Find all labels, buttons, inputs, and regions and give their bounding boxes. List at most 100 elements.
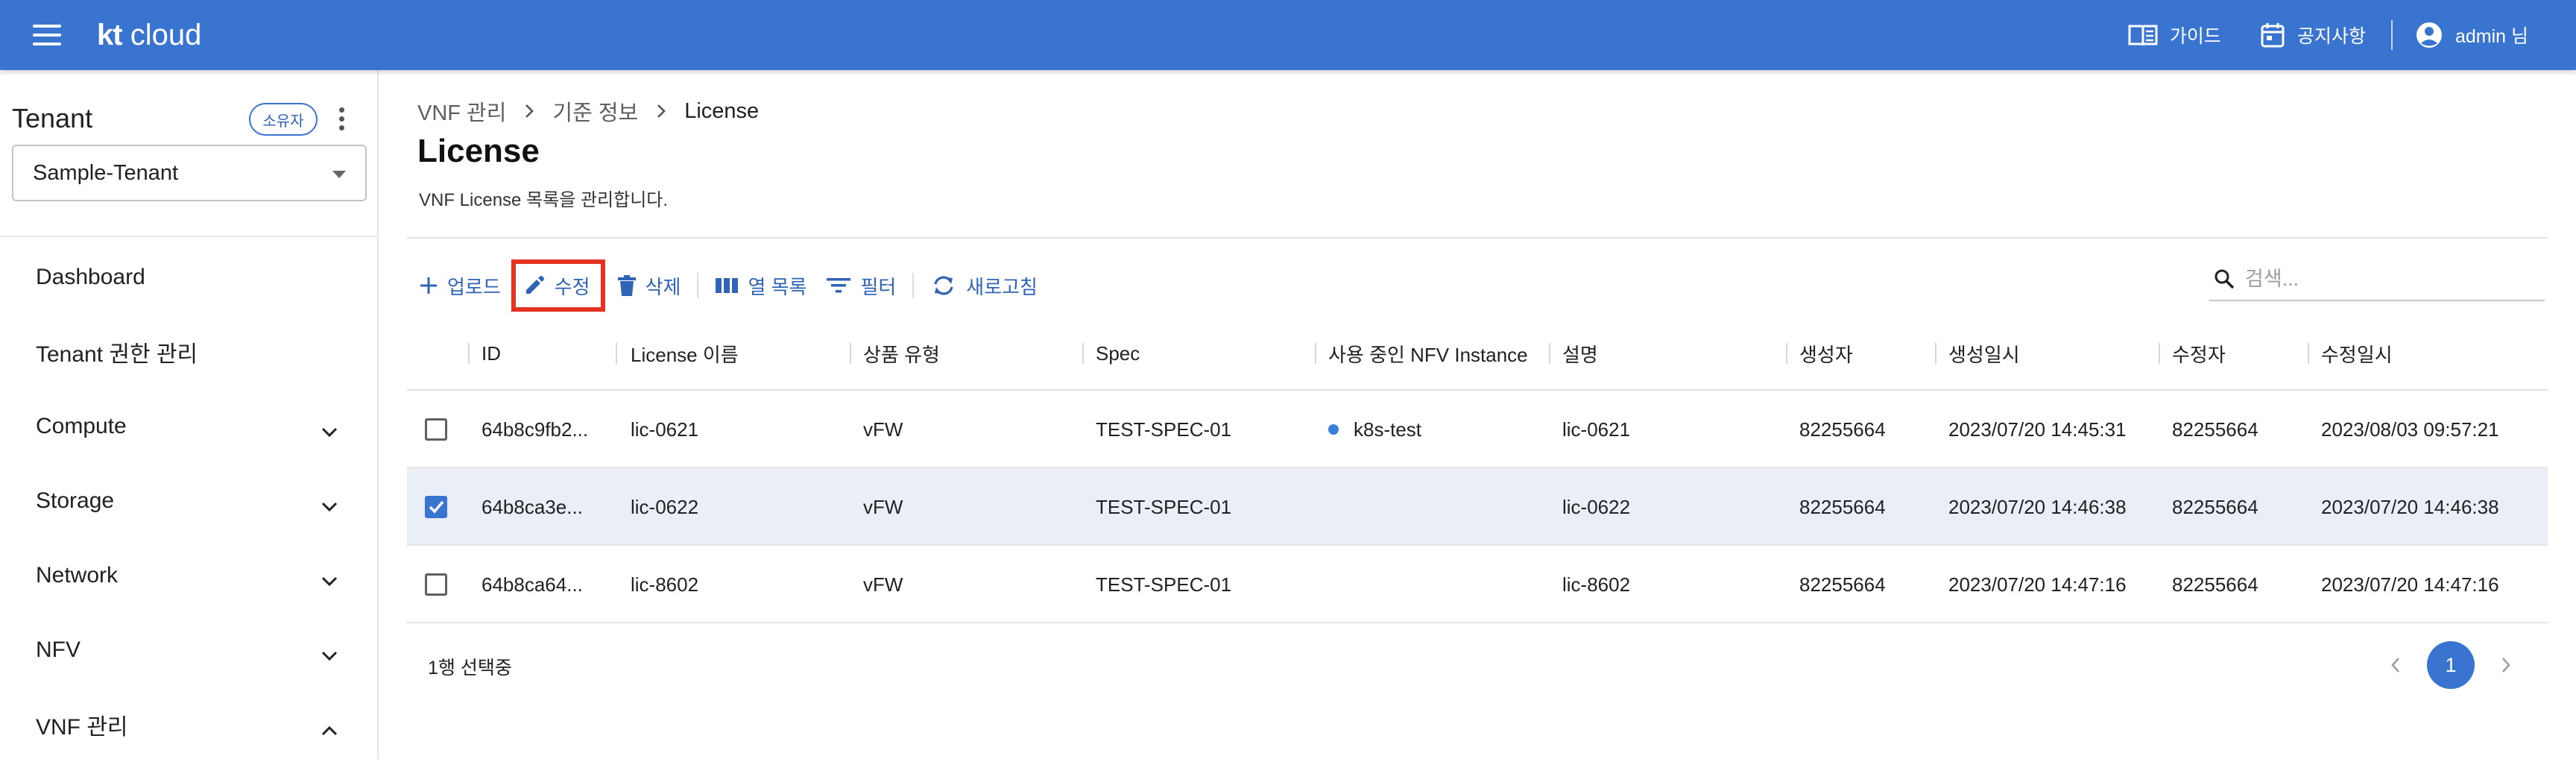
column-header-label: 상품 유형 (863, 343, 940, 366)
breadcrumb: VNF 관리 기준 정보 License (417, 95, 759, 127)
column-header-license-name[interactable]: License 이름 (616, 316, 739, 391)
column-separator[interactable] (1786, 343, 1787, 364)
breadcrumb-vnf[interactable]: VNF 관리 (417, 95, 506, 127)
column-separator[interactable] (616, 343, 617, 364)
prev-page-button[interactable] (2373, 643, 2418, 687)
chevron-down-icon (321, 494, 338, 519)
cell-license-name: lic-0622 (631, 495, 699, 518)
cell-product-type: vFW (863, 495, 903, 518)
cell-modified-at: 2023/07/20 14:46:38 (2321, 495, 2499, 518)
column-header-label: 생성자 (1799, 343, 1853, 366)
column-header-id[interactable]: ID (468, 316, 501, 391)
refresh-button[interactable]: 새로고침 (930, 259, 1038, 312)
table-row[interactable]: 64b8ca3e... lic-0622 vFW TEST-SPEC-01 lic-06… (407, 468, 2548, 546)
edit-button[interactable]: 수정 (511, 259, 605, 312)
column-header-spec[interactable]: Spec (1082, 316, 1140, 391)
sidebar-item-compute[interactable]: Compute (0, 389, 377, 464)
column-header-description[interactable]: 설명 (1549, 316, 1598, 391)
delete-button[interactable]: 삭제 (617, 259, 681, 312)
chevron-down-icon (321, 643, 338, 668)
cell-creator: 82255664 (1799, 495, 1886, 518)
column-header-modified-at[interactable]: 수정일시 (2308, 316, 2393, 391)
account-circle-icon (2416, 22, 2442, 48)
column-separator[interactable] (1549, 343, 1550, 364)
sidebar-item-dashboard[interactable]: Dashboard (0, 240, 377, 315)
columns-label: 열 목록 (748, 275, 807, 298)
breadcrumb-license: License (684, 98, 760, 123)
column-header-modifier[interactable]: 수정자 (2159, 316, 2226, 391)
search-input[interactable] (2245, 267, 2528, 291)
row-checkbox[interactable] (425, 573, 447, 596)
nfv-instance-name[interactable]: k8s-test (1354, 418, 1421, 441)
filter-label: 필터 (860, 275, 897, 298)
column-header-nfv-instance[interactable]: 사용 중인 NFV Instance (1315, 316, 1528, 391)
page-button-current[interactable]: 1 (2427, 641, 2475, 689)
chevron-right-icon (656, 103, 666, 119)
guide-label: 가이드 (2169, 26, 2221, 47)
owner-badge: 소유자 (249, 103, 318, 136)
cell-spec: TEST-SPEC-01 (1096, 495, 1232, 518)
edit-label: 수정 (554, 275, 590, 298)
table-row[interactable]: 64b8ca64... lic-8602 vFW TEST-SPEC-01 lic-86… (407, 546, 2548, 623)
column-separator[interactable] (1082, 343, 1084, 364)
chevron-right-icon (2502, 658, 2510, 673)
next-page-button[interactable] (2484, 643, 2528, 687)
tenant-select-value: Sample-Tenant (33, 160, 179, 185)
guide-link[interactable]: 가이드 (2128, 22, 2221, 48)
chevron-up-icon (321, 717, 338, 743)
tenant-select[interactable]: Sample-Tenant (12, 145, 367, 201)
upload-button[interactable]: 업로드 (419, 259, 501, 312)
license-table: ID License 이름 상품 유형 Spec 사용 중인 NFV Instance 설… (407, 316, 2548, 623)
cell-creator: 82255664 (1799, 418, 1886, 441)
column-header-label: 수정자 (2172, 343, 2226, 366)
sidebar-item-vnf-management[interactable]: VNF 관리 (0, 687, 377, 762)
cell-product-type: vFW (863, 418, 903, 441)
dropdown-arrow-icon (332, 171, 346, 178)
row-checkbox[interactable] (425, 418, 447, 441)
column-separator[interactable] (1935, 343, 1936, 364)
row-checkbox[interactable] (425, 496, 447, 518)
pencil-icon (525, 276, 544, 294)
column-separator[interactable] (850, 343, 851, 364)
notice-link[interactable]: 공지사항 (2260, 22, 2366, 48)
notice-label: 공지사항 (2296, 26, 2366, 47)
more-vert-icon[interactable] (332, 107, 350, 134)
column-header-product-type[interactable]: 상품 유형 (850, 316, 940, 391)
sidebar-item-nfv[interactable]: NFV (0, 613, 377, 687)
column-separator[interactable] (2308, 343, 2309, 364)
table-footer: 1행 선택중 1 (407, 626, 2548, 701)
cell-license-name: lic-0621 (631, 418, 699, 441)
sidebar-item-storage[interactable]: Storage (0, 464, 377, 538)
kt-cloud-logo[interactable]: kt cloud (97, 16, 201, 54)
column-separator[interactable] (2159, 343, 2160, 364)
filter-button[interactable]: 필터 (826, 259, 896, 312)
view-column-icon (716, 278, 739, 293)
status-dot-icon (1328, 424, 1339, 435)
page-title: License (417, 133, 540, 169)
cell-id: 64b8ca64... (482, 573, 583, 596)
cell-product-type: vFW (863, 573, 903, 596)
column-header-created-at[interactable]: 생성일시 (1935, 316, 2020, 391)
search-icon (2214, 269, 2235, 289)
column-header-creator[interactable]: 생성자 (1786, 316, 1853, 391)
menu-icon[interactable] (33, 25, 61, 45)
user-menu[interactable]: admin 님 (2415, 21, 2528, 49)
sidebar-item-network[interactable]: Network (0, 538, 377, 613)
cell-created-at: 2023/07/20 14:45:31 (1948, 418, 2127, 441)
breadcrumb-base-info[interactable]: 기준 정보 (552, 95, 638, 127)
column-separator[interactable] (468, 343, 470, 364)
table-row[interactable]: 64b8c9fb2... lic-0621 vFW TEST-SPEC-01 k8s-t… (407, 391, 2548, 468)
column-separator[interactable] (1315, 343, 1316, 364)
cell-id: 64b8c9fb2... (482, 418, 589, 441)
toolbar-divider (912, 273, 915, 298)
columns-button[interactable]: 열 목록 (715, 259, 806, 312)
cell-created-at: 2023/07/20 14:47:16 (1948, 573, 2127, 596)
sidebar-item-tenant-permission[interactable]: Tenant 권한 관리 (0, 315, 377, 389)
header-divider (2390, 20, 2393, 50)
main-content: VNF 관리 기준 정보 License License VNF License… (380, 70, 2576, 759)
header-actions: 가이드 공지사항 admin 님 (2128, 0, 2528, 70)
cell-creator: 82255664 (1799, 573, 1886, 596)
cell-modifier: 82255664 (2172, 418, 2258, 441)
table-toolbar: 업로드 수정 삭제 열 목록 필터 새로고침 (419, 259, 1038, 312)
chevron-down-icon (321, 419, 338, 444)
